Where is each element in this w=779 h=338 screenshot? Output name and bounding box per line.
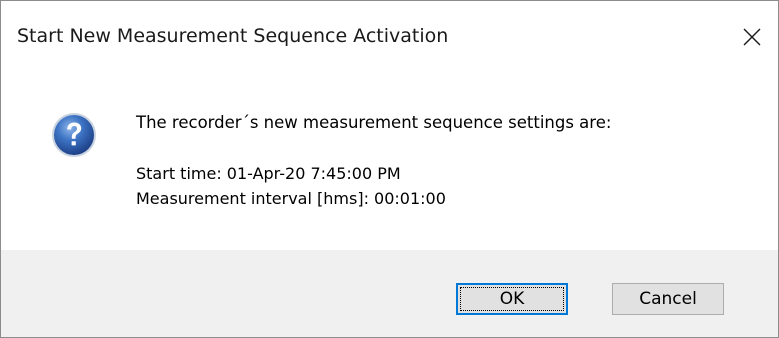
question-icon xyxy=(50,111,98,159)
dialog-content: The recorder´s new measurement sequence … xyxy=(1,63,778,250)
close-button[interactable] xyxy=(726,15,778,63)
start-time-text: Start time: 01-Apr-20 7:45:00 PM xyxy=(136,164,401,183)
close-icon xyxy=(743,28,761,46)
cancel-button-label: Cancel xyxy=(639,289,697,309)
interval-text: Measurement interval [hms]: 00:01:00 xyxy=(136,189,446,208)
button-bar: OK Cancel xyxy=(1,250,778,337)
title-bar[interactable]: Start New Measurement Sequence Activatio… xyxy=(1,15,778,63)
cancel-button[interactable]: Cancel xyxy=(612,283,724,315)
focus-indicator xyxy=(460,287,564,311)
dialog-title: Start New Measurement Sequence Activatio… xyxy=(17,25,449,47)
message-dialog: Start New Measurement Sequence Activatio… xyxy=(0,0,779,338)
ok-button[interactable]: OK xyxy=(456,283,568,315)
message-heading: The recorder´s new measurement sequence … xyxy=(136,113,612,132)
window-top-edge xyxy=(1,1,778,9)
